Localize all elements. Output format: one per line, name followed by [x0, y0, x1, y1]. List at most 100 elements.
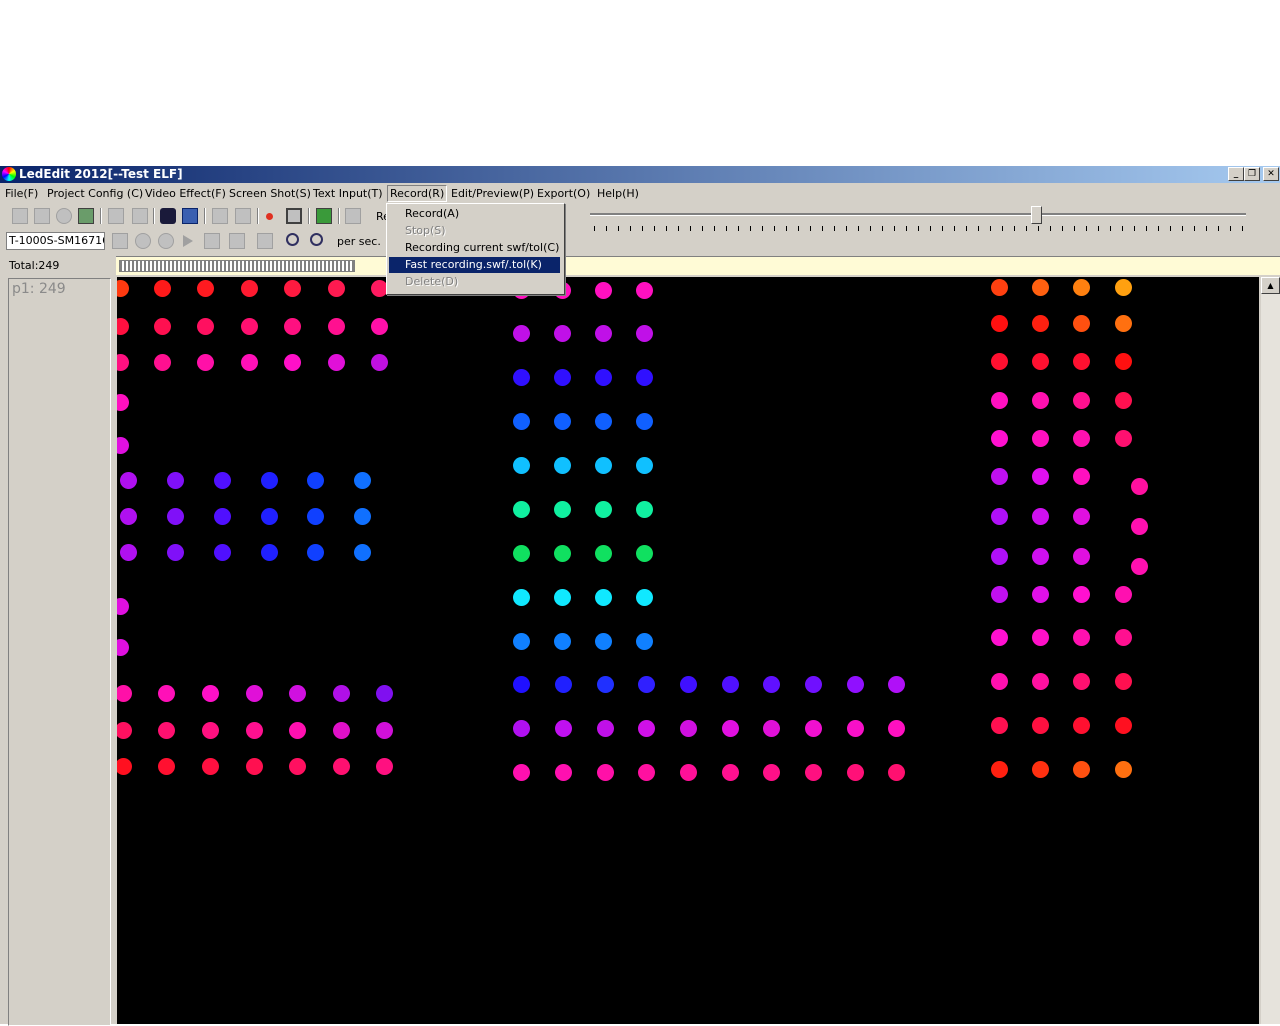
led-dot — [991, 392, 1008, 409]
next-frame-icon[interactable] — [229, 233, 245, 249]
led-dot — [284, 354, 301, 371]
led-dot — [638, 764, 655, 781]
window-title: LedEdit 2012[--Test ELF] — [19, 167, 183, 181]
timeline-slider-track[interactable] — [590, 213, 1246, 216]
menu-bar: File(F) Project Config (C) Video Effect(… — [0, 184, 1280, 203]
led-dot — [554, 589, 571, 606]
close-button[interactable]: ✕ — [1263, 167, 1279, 181]
play-icon[interactable] — [183, 235, 193, 247]
menuitem-stop[interactable]: Stop(S) — [389, 223, 560, 239]
stop-icon[interactable] — [135, 233, 151, 249]
frame-icon[interactable] — [182, 208, 198, 224]
led-dot — [554, 633, 571, 650]
menu-text-input[interactable]: Text Input(T) — [311, 186, 385, 201]
led-dot — [158, 722, 175, 739]
led-dot — [1115, 761, 1132, 778]
led-dot — [597, 764, 614, 781]
led-dot — [763, 764, 780, 781]
menuitem-delete[interactable]: Delete(D) — [389, 274, 560, 290]
scroll-up-icon[interactable]: ▲ — [1261, 277, 1280, 294]
export-icon[interactable] — [235, 208, 251, 224]
led-dot — [513, 633, 530, 650]
title-bar[interactable]: LedEdit 2012[--Test ELF] _ ❐ ✕ — [0, 166, 1280, 183]
toolbar-separator — [257, 208, 259, 224]
record-icon[interactable] — [266, 213, 273, 220]
led-dot — [261, 472, 278, 489]
led-dot — [167, 472, 184, 489]
led-dot — [354, 544, 371, 561]
settings-gear-icon[interactable] — [56, 208, 72, 224]
import-icon[interactable] — [212, 208, 228, 224]
led-dot — [117, 758, 132, 775]
toolbar-separator — [308, 208, 310, 224]
restore-button[interactable]: ❐ — [1244, 167, 1260, 181]
led-dot — [595, 633, 612, 650]
led-dot — [307, 544, 324, 561]
menu-project-config[interactable]: Project Config (C) — [45, 186, 145, 201]
led-dot — [202, 722, 219, 739]
menuitem-fast-recording[interactable]: Fast recording.swf/.tol(K) — [389, 257, 560, 273]
menu-help[interactable]: Help(H) — [595, 186, 641, 201]
menu-screen-shot[interactable]: Screen Shot(S) — [227, 186, 313, 201]
frame-list-item[interactable]: p1: 249 — [12, 281, 66, 297]
led-dot — [595, 369, 612, 386]
led-dot — [595, 501, 612, 518]
led-dot — [595, 457, 612, 474]
led-dot — [554, 325, 571, 342]
image-icon[interactable] — [78, 208, 94, 224]
led-dot — [197, 354, 214, 371]
new-file-icon[interactable] — [12, 208, 28, 224]
menu-video-effect[interactable]: Video Effect(F) — [143, 186, 228, 201]
led-dot — [117, 280, 129, 297]
zoom-out-icon[interactable] — [310, 233, 323, 246]
previous-frame-icon[interactable] — [204, 233, 220, 249]
paste-icon[interactable] — [132, 208, 148, 224]
loop-icon[interactable] — [257, 233, 273, 249]
zoom-in-icon[interactable] — [286, 233, 299, 246]
check-icon[interactable] — [345, 208, 361, 224]
led-dot — [1073, 279, 1090, 296]
led-dot — [1032, 586, 1049, 603]
led-dot — [513, 589, 530, 606]
led-dot — [1131, 518, 1148, 535]
stop-record-icon[interactable] — [286, 208, 302, 224]
led-dot — [241, 280, 258, 297]
led-dot — [888, 720, 905, 737]
progress-area — [116, 256, 1280, 275]
toolbar-separator — [204, 208, 206, 224]
menuitem-recording-current[interactable]: Recording current swf/tol(C) — [389, 240, 560, 256]
open-file-icon[interactable] — [34, 208, 50, 224]
led-dot — [722, 720, 739, 737]
layer-icon[interactable] — [316, 208, 332, 224]
vertical-scrollbar[interactable]: ▲ — [1261, 277, 1280, 1024]
pause-icon[interactable] — [158, 233, 174, 249]
app-icon[interactable] — [2, 167, 16, 181]
led-dot — [284, 318, 301, 335]
menu-record[interactable]: Record(R) — [387, 185, 448, 202]
copy-icon[interactable] — [108, 208, 124, 224]
total-count: Total:249 — [9, 259, 60, 272]
minimize-button[interactable]: _ — [1228, 167, 1244, 181]
led-dot — [636, 545, 653, 562]
led-dot — [307, 508, 324, 525]
led-dot — [513, 325, 530, 342]
timeline-slider-thumb[interactable] — [1031, 206, 1042, 224]
led-dot — [638, 720, 655, 737]
led-preview-canvas[interactable] — [117, 277, 1259, 1024]
led-dot — [158, 685, 175, 702]
led-dot — [167, 544, 184, 561]
menu-edit-preview[interactable]: Edit/Preview(P) — [449, 186, 536, 201]
play-first-icon[interactable] — [112, 233, 128, 249]
led-dot — [805, 720, 822, 737]
menu-export[interactable]: Export(O) — [535, 186, 592, 201]
led-dot — [680, 764, 697, 781]
controller-select[interactable]: T-1000S-SM16716 — [6, 232, 105, 250]
frame-list-panel[interactable]: p1: 249 — [8, 278, 111, 1026]
led-dot — [1032, 673, 1049, 690]
led-dot — [284, 280, 301, 297]
flash-icon[interactable] — [160, 208, 176, 224]
menu-file[interactable]: File(F) — [3, 186, 40, 201]
led-dot — [1073, 392, 1090, 409]
menuitem-record[interactable]: Record(A) — [389, 206, 560, 222]
led-dot — [722, 764, 739, 781]
